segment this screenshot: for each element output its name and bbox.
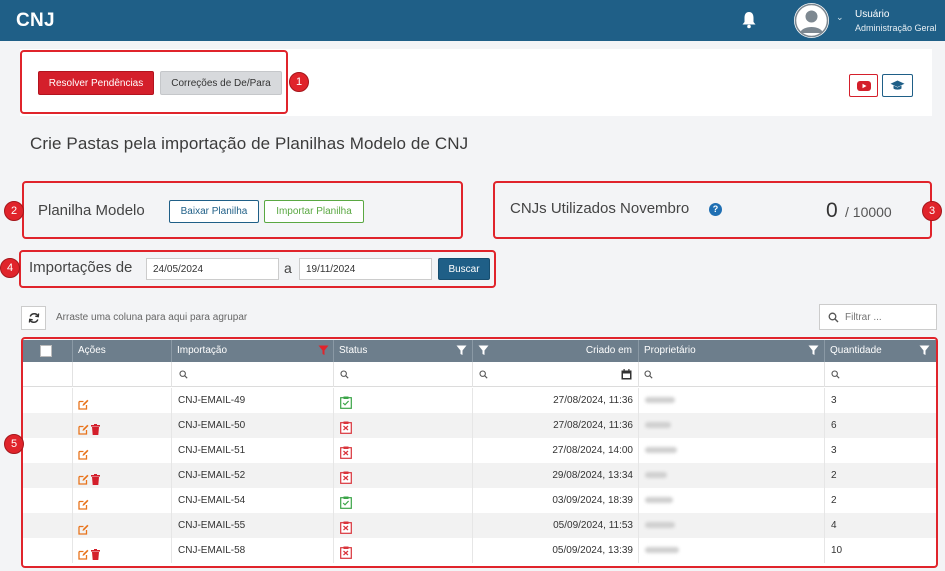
annotation-box-2 <box>22 181 463 239</box>
user-avatar[interactable] <box>794 3 829 38</box>
annotation-badge-4: 4 <box>0 258 20 278</box>
annotation-box-5 <box>21 337 938 568</box>
refresh-button[interactable] <box>21 306 46 330</box>
youtube-button[interactable] <box>849 74 878 97</box>
user-silhouette-icon <box>794 3 829 38</box>
grid-filter[interactable] <box>819 304 937 330</box>
refresh-icon <box>28 313 39 323</box>
annotation-box-3 <box>493 181 932 239</box>
chevron-down-icon[interactable]: ⌄ <box>836 12 844 23</box>
notification-bell-icon[interactable] <box>741 11 757 29</box>
graduation-cap-icon <box>890 80 905 90</box>
app-brand[interactable]: CNJ <box>16 10 55 32</box>
annotation-badge-2: 2 <box>4 201 24 221</box>
tutorial-button[interactable] <box>882 74 913 97</box>
page-title: Crie Pastas pela importação de Planilhas… <box>30 134 469 153</box>
grid-filter-input[interactable] <box>845 311 925 323</box>
user-role: Administração Geral <box>855 23 937 33</box>
group-panel-hint: Arraste uma coluna para aqui para agrupa… <box>56 312 248 323</box>
top-navbar: CNJ ⌄ Usuário Administração Geral <box>0 0 945 41</box>
annotation-box-1 <box>20 50 288 114</box>
annotation-badge-3: 3 <box>922 201 942 221</box>
annotation-box-4 <box>19 250 496 288</box>
annotation-badge-5: 5 <box>4 434 24 454</box>
youtube-icon <box>856 80 871 91</box>
annotation-badge-1: 1 <box>289 72 309 92</box>
search-icon <box>828 312 839 322</box>
user-name: Usuário <box>855 9 890 20</box>
